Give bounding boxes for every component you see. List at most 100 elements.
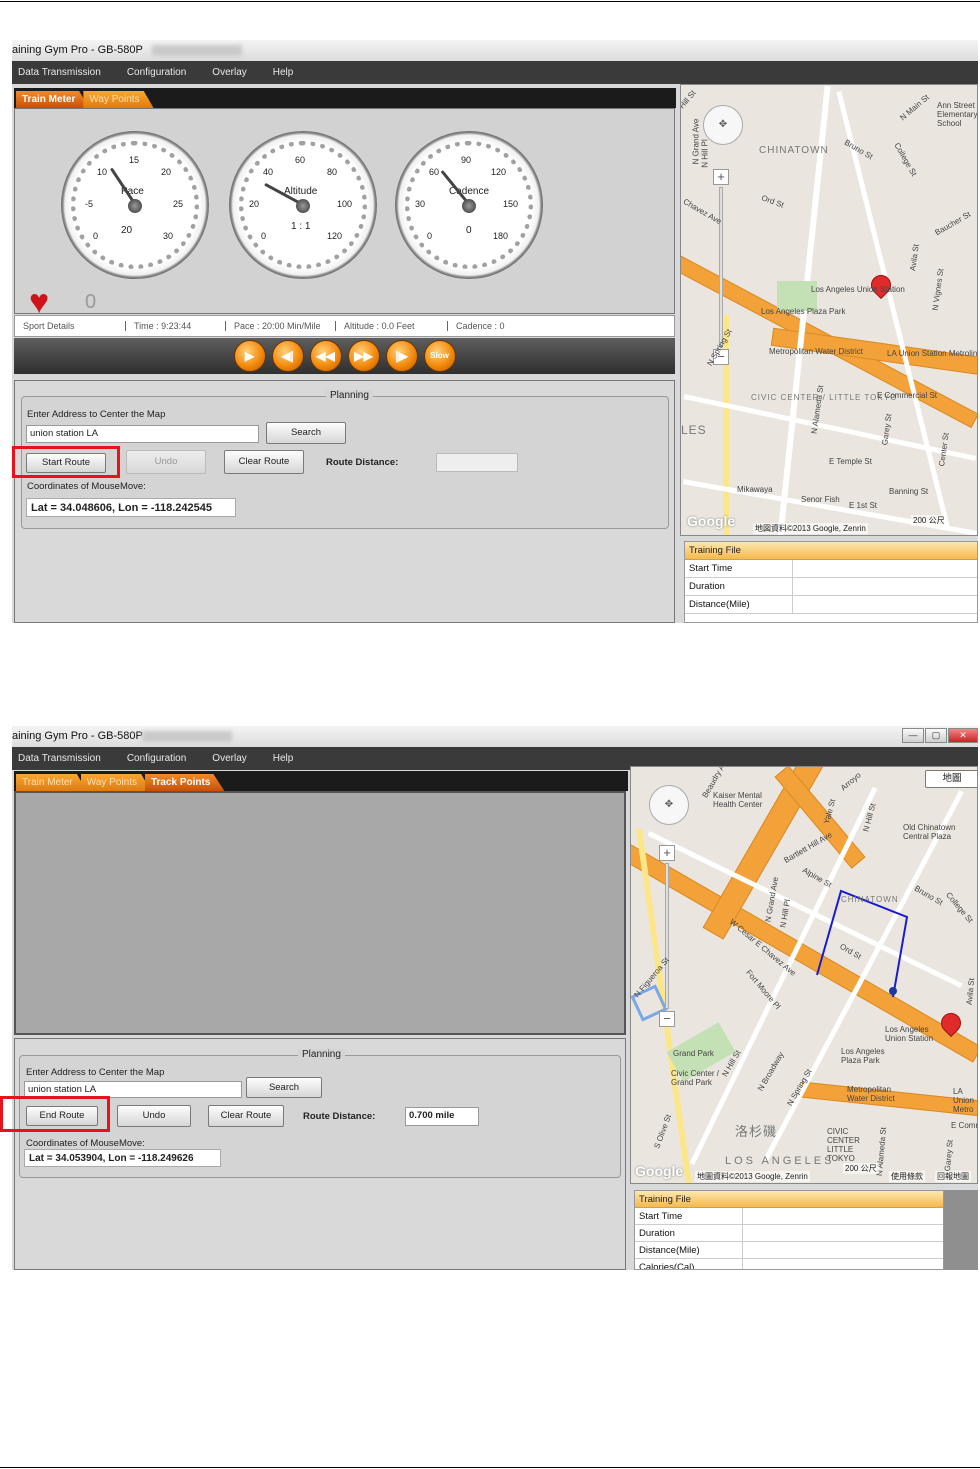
map-label-hill: Hill St [680, 88, 698, 111]
route-line [816, 889, 909, 998]
undo-button[interactable]: Undo [126, 450, 206, 474]
altitude-tick-100: 100 [337, 199, 353, 209]
pace-tick-5: -5 [85, 199, 94, 209]
slow-button[interactable]: Slow [423, 340, 456, 372]
tab-train-meter[interactable]: Train Meter [16, 774, 87, 791]
map-attribution: 地図資料©2013 Google, Zenrin [753, 523, 868, 534]
route-marker [889, 987, 897, 995]
tab-way-points[interactable]: Way Points [83, 91, 154, 108]
maximize-icon[interactable]: ▢ [925, 728, 947, 743]
planning-title: Planning [326, 390, 373, 401]
window-controls: — ▢ ✕ [901, 728, 978, 744]
close-icon[interactable]: ✕ [948, 728, 978, 743]
map-label-union-station: Los Angeles Union Station [885, 1025, 934, 1043]
heart-icon: ♥ [29, 283, 50, 321]
cadence-tick-180: 180 [493, 231, 509, 241]
zoom-in-button[interactable]: + [659, 845, 675, 861]
pace-tick-30: 30 [163, 231, 174, 241]
map-label-first-st: E 1st St [849, 501, 878, 510]
training-file-table: Training File Start Time Duration Distan… [684, 541, 978, 623]
zoom-in-button[interactable]: + [713, 169, 729, 185]
map-label-senor-fish: Senor Fish [801, 495, 840, 504]
menu-data-transmission[interactable]: Data Transmission [18, 753, 101, 764]
route-distance-field: 0.700 mile [405, 1107, 479, 1126]
coords-label: Coordinates of MouseMove: [26, 1138, 145, 1149]
pace-tick-0: 0 [93, 231, 99, 241]
map-label-plaza-park: Los Angeles Plaza Park [761, 307, 846, 316]
google-logo: Google [687, 513, 736, 529]
cadence-tick-150: 150 [503, 199, 519, 209]
menu-help[interactable]: Help [273, 753, 294, 764]
map-label-les: LES [681, 423, 707, 437]
pace-tick-20: 20 [161, 167, 172, 177]
altitude-tick-80: 80 [327, 167, 338, 177]
window-title: aining Gym Pro - GB-580P [12, 44, 143, 56]
play-button[interactable]: ▶ [233, 340, 266, 372]
map-label-la-union-metro: LA Union Metro [953, 1087, 974, 1114]
minimize-icon[interactable]: — [902, 728, 924, 743]
sport-altitude: Altitude : 0.0 Feet [335, 321, 447, 331]
pace-hub [128, 199, 142, 213]
search-button[interactable]: Search [246, 1077, 322, 1098]
menu-configuration[interactable]: Configuration [127, 753, 186, 764]
cadence-hub [462, 199, 476, 213]
map-terms-link[interactable]: 使用條款 [889, 1171, 925, 1182]
pan-control-icon[interactable]: ✥ [649, 785, 689, 825]
cadence-tick-30: 30 [415, 199, 426, 209]
map-view[interactable]: ✥ + − CHINATOWN Los Angeles Union Statio… [680, 84, 978, 536]
map-label-los-angeles: LOS ANGELES [725, 1155, 835, 1167]
rewind-button[interactable]: ◀◀ [309, 340, 342, 372]
altitude-hub [296, 199, 310, 213]
map-label-bruno: Bruno St [842, 137, 875, 162]
sport-pace: Pace : 20:00 Min/Mile [225, 321, 335, 331]
page-bottom-rule [0, 1467, 980, 1468]
map-label-chavez: Chavez Ave [681, 196, 723, 227]
menu-overlay[interactable]: Overlay [212, 67, 246, 78]
table-row: Duration [685, 578, 977, 596]
tab-way-points[interactable]: Way Points [80, 774, 151, 791]
menu-configuration[interactable]: Configuration [127, 67, 186, 78]
map-label-mwd: Metropolitan Water District [847, 1085, 895, 1103]
zoom-slider[interactable] [719, 187, 723, 347]
map-label-grand-park: Grand Park [673, 1049, 714, 1058]
altitude-tick-120: 120 [327, 231, 343, 241]
coords-label: Coordinates of MouseMove: [27, 481, 146, 492]
route-distance-label: Route Distance: [326, 457, 399, 468]
zoom-slider[interactable] [665, 863, 669, 1009]
tab-track-points[interactable]: Track Points [144, 774, 225, 791]
step-forward-button[interactable]: |▶ [385, 340, 418, 372]
tab-train-meter[interactable]: Train Meter [16, 91, 90, 108]
map-label-chinatown: CHINATOWN [841, 895, 899, 904]
map-label-la-chinese: 洛杉磯 [735, 1124, 778, 1139]
menu-data-transmission[interactable]: Data Transmission [18, 67, 101, 78]
table-row: Calories(Cal) [635, 1259, 943, 1269]
planning-title: Planning [298, 1049, 345, 1060]
row-start-time: Start Time [685, 560, 793, 577]
zoom-out-button[interactable]: − [659, 1011, 675, 1027]
blurred-title-text [142, 731, 232, 742]
map-report-link[interactable]: 回報地圖 [935, 1171, 971, 1182]
sport-cadence: Cadence : 0 [447, 321, 513, 331]
menu-help[interactable]: Help [273, 67, 294, 78]
scroll-gutter [944, 1190, 978, 1270]
row-distance: Distance(Mile) [685, 596, 793, 613]
step-back-button[interactable]: ◀| [271, 340, 304, 372]
address-input[interactable]: union station LA [26, 425, 259, 443]
map-scale: 200 公尺 [911, 515, 947, 526]
map-type-button[interactable]: 地圖 [925, 770, 977, 788]
start-route-highlight [12, 446, 120, 478]
map-view[interactable]: ✥ + − 地圖 Kaiser Mental Health Center Arr… [630, 766, 978, 1184]
undo-button[interactable]: Undo [117, 1105, 191, 1127]
training-file-header: Training File [635, 1191, 943, 1208]
pace-tick-15: 15 [129, 155, 140, 165]
map-label-college: College St [892, 141, 919, 178]
map-label-grand: N Grand Ave [691, 118, 701, 165]
fast-forward-button[interactable]: ▶▶ [347, 340, 380, 372]
menu-overlay[interactable]: Overlay [212, 753, 246, 764]
clear-route-button[interactable]: Clear Route [208, 1105, 284, 1127]
map-label-commercial: E Commercial St [877, 391, 938, 400]
clear-route-button[interactable]: Clear Route [224, 450, 304, 474]
route-distance-label: Route Distance: [303, 1111, 376, 1122]
coords-value: Lat = 34.048606, Lon = -118.242545 [26, 498, 236, 517]
search-button[interactable]: Search [266, 422, 346, 444]
